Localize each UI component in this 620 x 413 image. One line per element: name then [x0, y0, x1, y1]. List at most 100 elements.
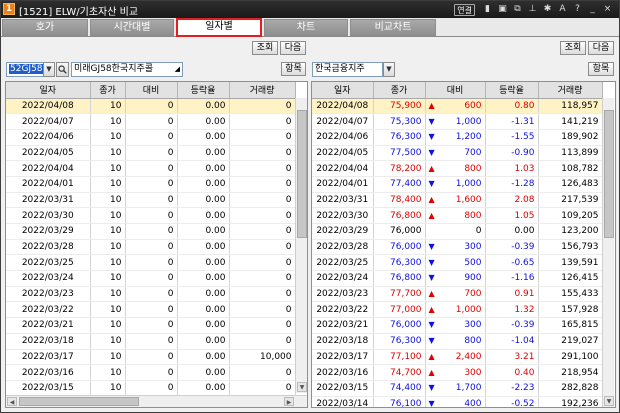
- table-row[interactable]: 2022/03/30 76,800 ▲ 800 1.05 109,205: [312, 207, 603, 224]
- table-row[interactable]: 2022/04/01 10 0 0.00 0: [6, 176, 296, 193]
- left-scroll-left-icon[interactable]: ◀: [7, 397, 17, 406]
- close-cell-value: 77,400: [390, 179, 422, 190]
- right-col-date[interactable]: 일자: [312, 82, 374, 99]
- tab-chart[interactable]: 차트: [264, 19, 348, 36]
- left-scroll-down-icon[interactable]: ▼: [297, 382, 307, 392]
- left-col-rate[interactable]: 등락율: [177, 82, 230, 99]
- left-code-dropdown-icon[interactable]: ▼: [43, 62, 55, 77]
- change-cell: ▲ 300: [425, 364, 486, 381]
- left-col-close[interactable]: 종가: [90, 82, 126, 99]
- table-row[interactable]: 2022/03/23 10 0 0.00 0: [6, 286, 296, 303]
- table-row[interactable]: 2022/03/24 76,800 ▼ 900 -1.16 126,415: [312, 270, 603, 287]
- left-horizontal-scroll-thumb[interactable]: [19, 397, 139, 406]
- tab-time[interactable]: 시간대별: [90, 19, 174, 36]
- right-col-change[interactable]: 대비: [425, 82, 486, 99]
- table-row[interactable]: 2022/04/04 78,200 ▲ 800 1.03 108,782: [312, 160, 603, 177]
- left-scroll-right-icon[interactable]: ▶: [284, 397, 294, 406]
- date-cell-value: 2022/03/15: [316, 383, 369, 394]
- table-row[interactable]: 2022/03/22 77,000 ▲ 1,000 1.32 157,928: [312, 301, 603, 319]
- right-item-button[interactable]: 항목: [588, 62, 614, 76]
- right-query-button[interactable]: 조회: [560, 41, 586, 55]
- window-icon[interactable]: ▣: [498, 5, 507, 14]
- table-row[interactable]: 2022/03/23 77,700 ▲ 700 0.91 155,433: [312, 286, 603, 303]
- close-icon[interactable]: ×: [603, 5, 612, 14]
- right-scroll-down-icon[interactable]: ▼: [604, 396, 614, 406]
- table-row[interactable]: 2022/04/06 76,300 ▼ 1,200 -1.55 189,902: [312, 129, 603, 146]
- table-row[interactable]: 2022/03/18 10 0 0.00 0: [6, 333, 296, 350]
- table-row[interactable]: 2022/03/16 74,700 ▲ 300 0.40 218,954: [312, 364, 603, 381]
- table-row[interactable]: 2022/03/17 77,100 ▲ 2,400 3.21 291,100: [312, 349, 603, 366]
- close-cell-value: 78,400: [390, 194, 422, 205]
- table-row[interactable]: 2022/03/25 76,300 ▼ 500 -0.65 139,591: [312, 254, 603, 272]
- tab-daily[interactable]: 일자별: [176, 18, 262, 37]
- left-vertical-scroll-thumb[interactable]: [297, 110, 307, 238]
- table-row[interactable]: 2022/03/28 10 0 0.00 0: [6, 239, 296, 256]
- minimize-icon[interactable]: _: [588, 5, 597, 14]
- right-next-button[interactable]: 다음: [588, 41, 614, 55]
- table-row[interactable]: 2022/04/01 77,400 ▼ 1,000 -1.28 126,483: [312, 176, 603, 193]
- table-row[interactable]: 2022/03/24 10 0 0.00 0: [6, 270, 296, 287]
- left-item-button[interactable]: 항목: [281, 62, 306, 76]
- table-row[interactable]: 2022/03/31 78,400 ▲ 1,600 2.08 217,539: [312, 192, 603, 209]
- pin-icon[interactable]: ⊥: [528, 5, 537, 14]
- lock-icon[interactable]: ▮: [483, 5, 492, 14]
- left-col-date[interactable]: 일자: [6, 82, 91, 99]
- tab-quote[interactable]: 호가: [2, 19, 88, 36]
- table-row[interactable]: 2022/03/30 10 0 0.00 0: [6, 207, 296, 224]
- left-name-field[interactable]: 미래GJ58한국지주콜 ◢: [71, 62, 183, 77]
- rate-cell-value: 0.00: [205, 179, 226, 190]
- right-vertical-scrollbar[interactable]: ▼: [602, 98, 614, 407]
- right-vertical-scroll-thumb[interactable]: [604, 110, 614, 238]
- link-button[interactable]: 연결: [454, 3, 475, 16]
- table-row[interactable]: 2022/03/18 76,300 ▼ 800 -1.04 219,027: [312, 333, 603, 350]
- settings-icon[interactable]: ✱: [543, 5, 552, 14]
- table-row[interactable]: 2022/04/08 10 0 0.00 0: [6, 98, 296, 115]
- left-query-button[interactable]: 조회: [252, 41, 278, 55]
- table-row[interactable]: 2022/04/07 75,300 ▼ 1,000 -1.31 141,219: [312, 113, 603, 130]
- table-row[interactable]: 2022/03/17 10 0 0.00 10,000: [6, 349, 296, 366]
- left-vertical-scrollbar[interactable]: ▼: [295, 98, 307, 393]
- left-col-volume[interactable]: 거래량: [229, 82, 296, 99]
- table-row[interactable]: 2022/03/15 74,400 ▼ 1,700 -2.23 282,828: [312, 380, 603, 397]
- right-name-dropdown-icon[interactable]: ▼: [383, 62, 395, 77]
- left-col-change[interactable]: 대비: [125, 82, 178, 99]
- change-cell: ▼ 1,200: [425, 129, 486, 146]
- left-search-icon[interactable]: [56, 62, 69, 77]
- close-cell-value: 10: [110, 351, 122, 362]
- table-row[interactable]: 2022/04/05 77,500 ▼ 700 -0.90 113,899: [312, 145, 603, 162]
- table-row[interactable]: 2022/03/21 76,000 ▼ 300 -0.39 165,815: [312, 317, 603, 334]
- close-cell-value: 76,800: [390, 210, 422, 221]
- right-name-combo[interactable]: 한국금융지주: [312, 62, 383, 77]
- table-row[interactable]: 2022/03/16 10 0 0.00 0: [6, 364, 296, 381]
- tab-compare-chart[interactable]: 비교차트: [350, 19, 436, 36]
- volume-cell-value: 0: [285, 226, 292, 237]
- close-cell-value: 10: [110, 242, 122, 253]
- title-bar[interactable]: 1 [1521] ELW/기초자산 비교 연결 ▮ ▣ ⧉ ⊥ ✱ A ? _ …: [1, 1, 619, 18]
- table-row[interactable]: 2022/03/21 10 0 0.00 0: [6, 317, 296, 334]
- font-icon[interactable]: A: [558, 5, 567, 14]
- right-col-close[interactable]: 종가: [373, 82, 426, 99]
- table-row[interactable]: 2022/03/15 10 0 0.00 0: [6, 380, 296, 397]
- table-row[interactable]: 2022/03/14 76,100 ▼ 400 -0.52 192,236: [312, 396, 603, 407]
- left-horizontal-scrollbar[interactable]: ◀ ▶: [6, 395, 307, 407]
- table-row[interactable]: 2022/03/29 76,000 0 0.00 123,200: [312, 223, 603, 240]
- table-row[interactable]: 2022/04/05 10 0 0.00 0: [6, 145, 296, 162]
- table-row[interactable]: 2022/03/28 76,000 ▼ 300 -0.39 156,793: [312, 239, 603, 256]
- table-row[interactable]: 2022/04/07 10 0 0.00 0: [6, 113, 296, 130]
- left-table-body: 2022/04/08 10 0 0.00 0 2022/04/07 10 0 0.00 0 2022…: [6, 98, 296, 397]
- table-row[interactable]: 2022/03/25 10 0 0.00 0: [6, 254, 296, 272]
- rate-cell-value: 0.00: [205, 273, 226, 284]
- help-icon[interactable]: ?: [573, 5, 582, 14]
- copy-icon[interactable]: ⧉: [513, 5, 522, 14]
- right-col-rate[interactable]: 등락율: [485, 82, 539, 99]
- table-row[interactable]: 2022/04/08 75,900 ▲ 600 0.80 118,957: [312, 98, 603, 115]
- table-row[interactable]: 2022/04/06 10 0 0.00 0: [6, 129, 296, 146]
- volume-cell-value: 282,828: [561, 383, 599, 394]
- table-row[interactable]: 2022/03/22 10 0 0.00 0: [6, 301, 296, 319]
- table-row[interactable]: 2022/03/29 10 0 0.00 0: [6, 223, 296, 240]
- left-next-button[interactable]: 다음: [280, 41, 306, 55]
- table-row[interactable]: 2022/03/31 10 0 0.00 0: [6, 192, 296, 209]
- left-code-combo[interactable]: 52GJ58: [6, 62, 44, 77]
- table-row[interactable]: 2022/04/04 10 0 0.00 0: [6, 160, 296, 177]
- right-col-volume[interactable]: 거래량: [538, 82, 603, 99]
